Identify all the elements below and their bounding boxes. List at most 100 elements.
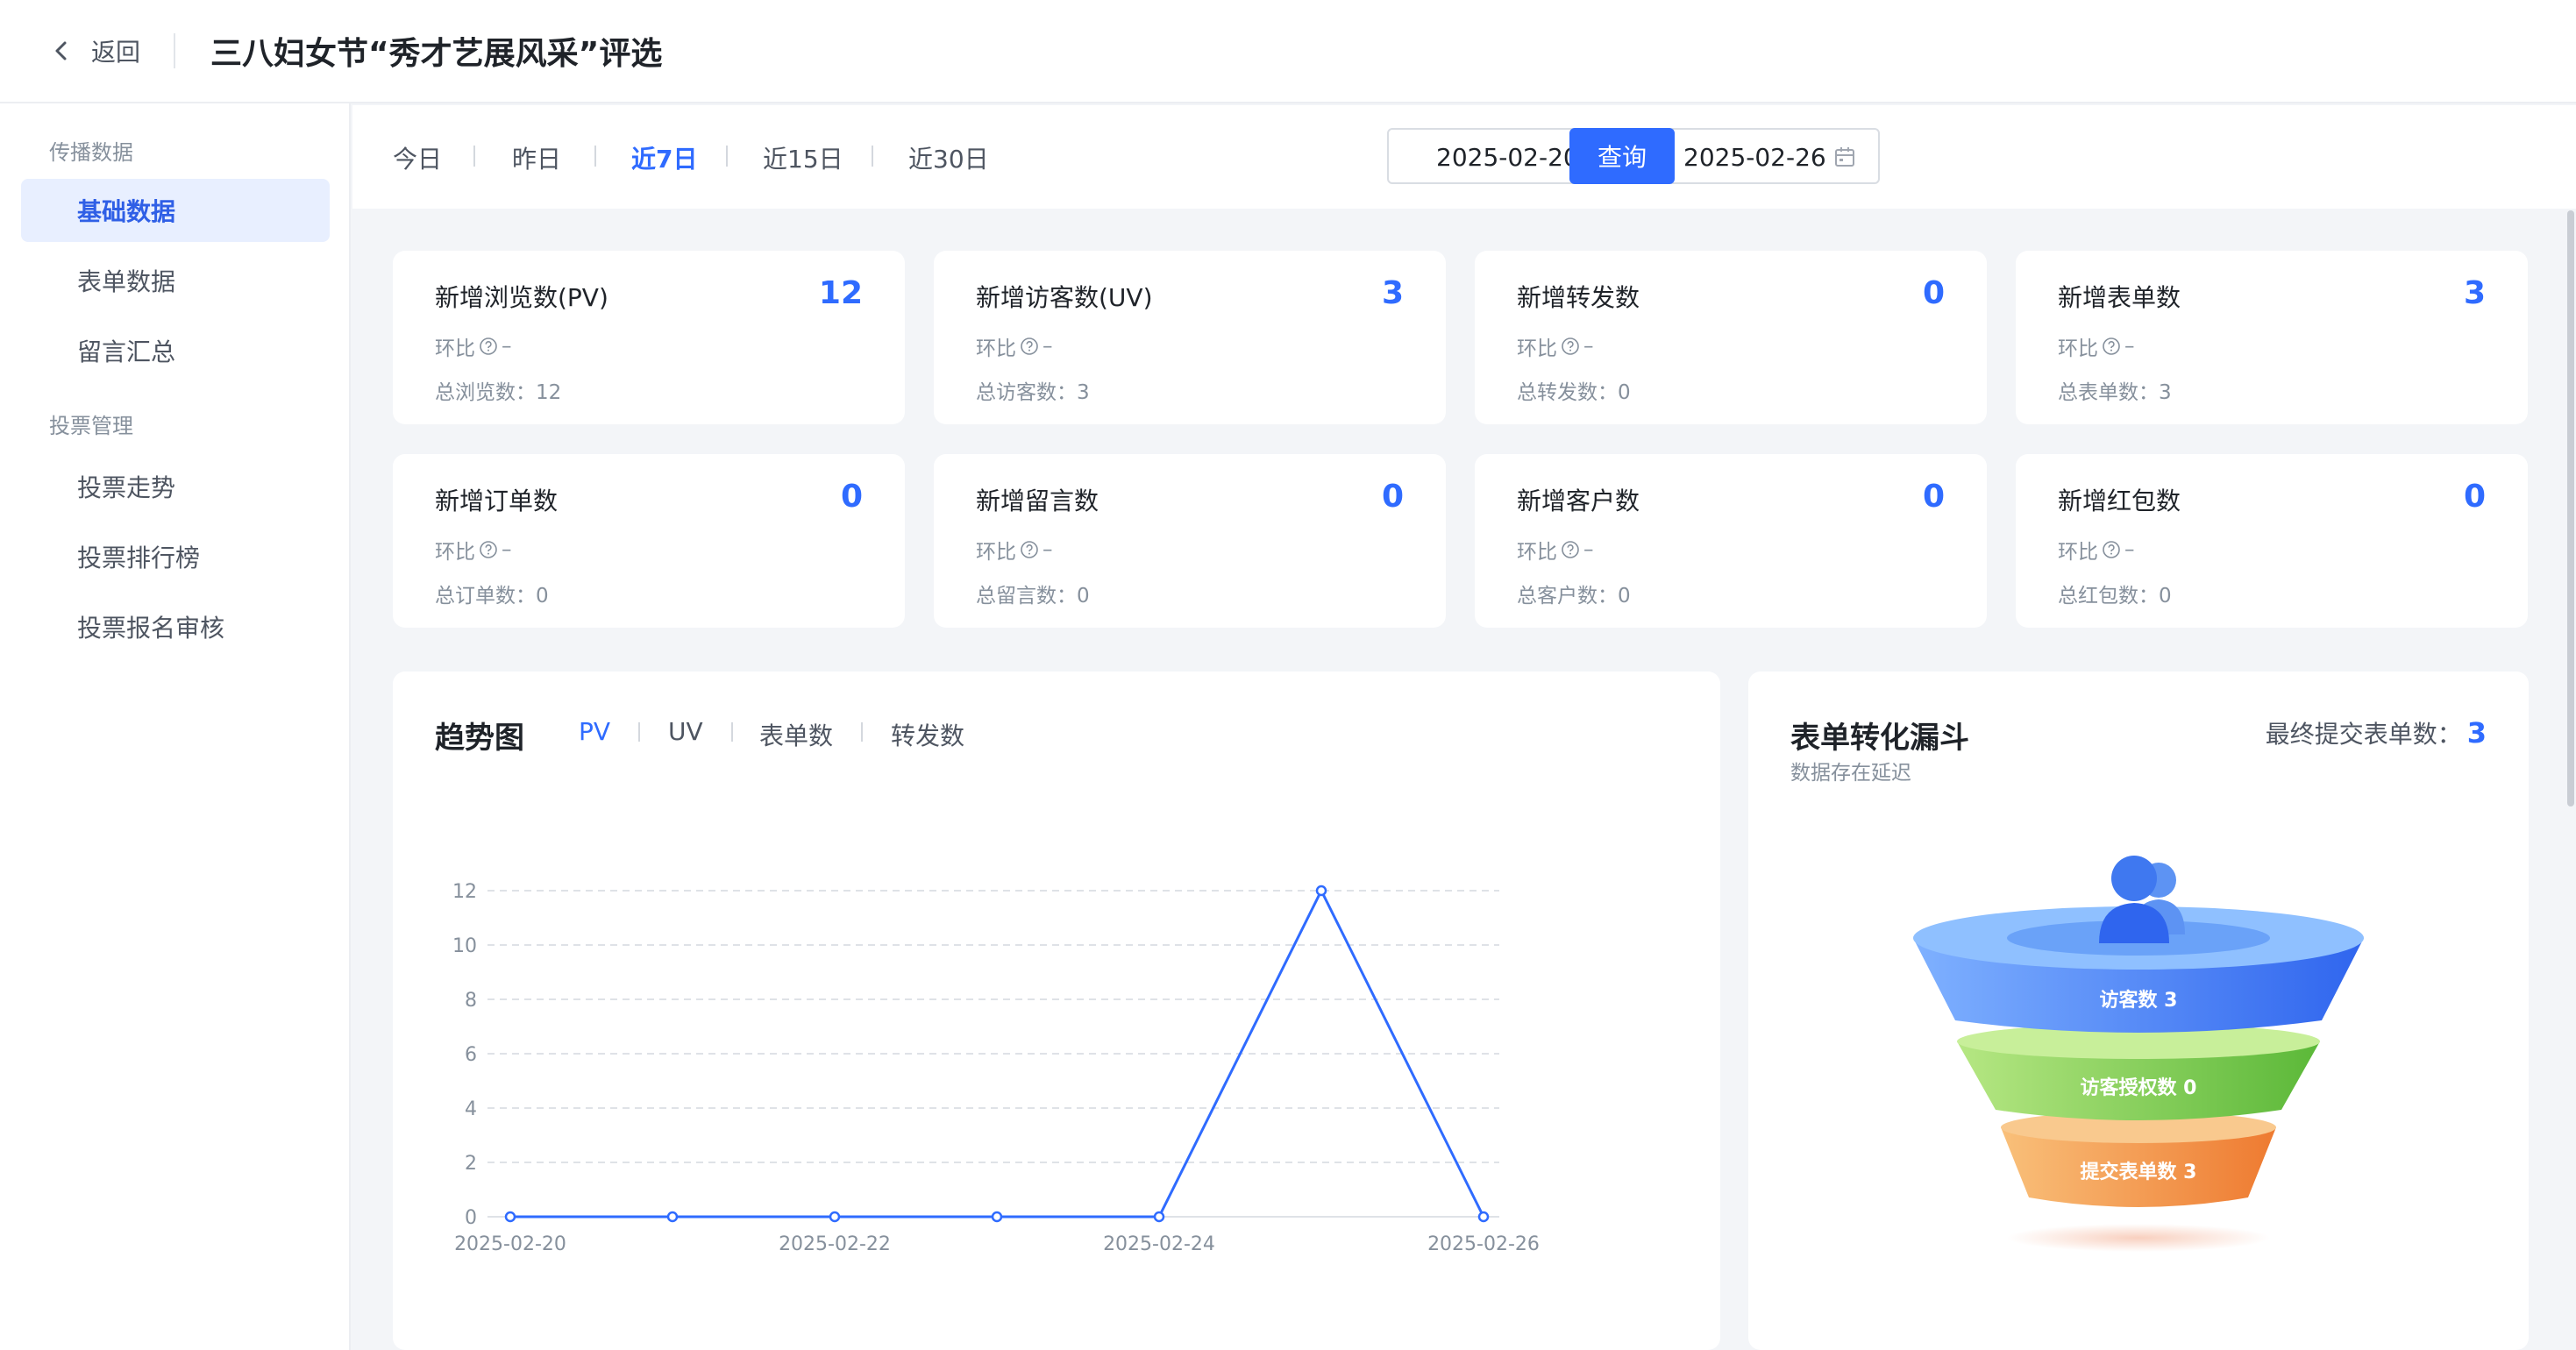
stat-value: 12 xyxy=(818,275,863,311)
trend-panel: 0 2 4 6 8 10 12 2025-02-20 2025-02-22 2025-02-24 2… xyxy=(393,671,1720,1350)
metric-separator xyxy=(861,722,863,742)
stat-total: 总浏览数：12 xyxy=(435,381,562,404)
stat-value: 0 xyxy=(1922,275,1945,311)
help-icon[interactable] xyxy=(1020,337,1039,356)
help-icon[interactable] xyxy=(2102,337,2121,356)
query-button[interactable]: 查询 xyxy=(1569,128,1675,184)
help-icon[interactable] xyxy=(1020,540,1039,559)
range-separator xyxy=(872,146,873,167)
y-tick-label: 12 xyxy=(452,881,477,903)
range-separator xyxy=(594,146,596,167)
y-tick-label: 8 xyxy=(465,990,477,1012)
range-separator xyxy=(726,146,728,167)
funnel-panel: 表单转化漏斗 数据存在延迟 最终提交表单数：3 提交表单数 3 访客授权数 0 xyxy=(1748,671,2529,1350)
back-label: 返回 xyxy=(91,38,141,67)
stat-value: 0 xyxy=(1381,479,1404,515)
page-title: 三八妇女节“秀才艺展风采”评选 xyxy=(210,36,663,72)
funnel-stage-authorized-label: 访客授权数 0 xyxy=(2081,1076,2197,1099)
sidebar-item-vote-review[interactable]: 投票报名审核 xyxy=(21,595,330,658)
stat-total: 总订单数：0 xyxy=(435,585,549,608)
x-tick-label: 2025-02-20 xyxy=(454,1233,566,1255)
stat-value: 0 xyxy=(840,479,863,515)
stat-total: 总红包数：0 xyxy=(2058,585,2172,608)
range-tab-yesterday[interactable]: 昨日 xyxy=(512,140,561,175)
sidebar-item-form-data[interactable]: 表单数据 xyxy=(21,249,330,312)
stat-total: 总客户数：0 xyxy=(1517,585,1631,608)
help-icon[interactable] xyxy=(2102,540,2121,559)
trend-title: 趋势图 xyxy=(435,721,524,756)
stat-card-messages: 新增留言数 0 环比 – 总留言数：0 xyxy=(934,454,1446,628)
scrollbar[interactable] xyxy=(2567,210,2574,806)
stat-total: 总表单数：3 xyxy=(2058,381,2172,404)
top-header: 返回 三八妇女节“秀才艺展风采”评选 xyxy=(0,0,2576,103)
funnel-shadow xyxy=(2007,1224,2270,1252)
range-tab-15days[interactable]: 近15日 xyxy=(763,140,843,175)
stat-ratio: 环比 – xyxy=(435,538,512,564)
sidebar-item-message-summary[interactable]: 留言汇总 xyxy=(21,319,330,382)
y-tick-label: 6 xyxy=(465,1044,477,1066)
help-icon[interactable] xyxy=(479,337,498,356)
y-tick-label: 4 xyxy=(465,1098,477,1120)
calendar-icon xyxy=(1835,147,1854,167)
sidebar-group-title: 传播数据 xyxy=(49,140,133,165)
funnel-stage-visitors-label: 访客数 3 xyxy=(2100,989,2178,1012)
trend-line-chart: 0 2 4 6 8 10 12 2025-02-20 2025-02-22 2025-02-24 2… xyxy=(452,881,1540,1255)
y-tick-label: 0 xyxy=(465,1207,477,1229)
range-tab-today[interactable]: 今日 xyxy=(393,140,442,175)
metric-tab-pv[interactable]: PV xyxy=(579,717,610,746)
stat-value: 3 xyxy=(1381,275,1404,311)
stat-label: 新增红包数 xyxy=(2058,487,2181,515)
data-point[interactable] xyxy=(1477,1211,1490,1223)
stat-ratio: 环比 – xyxy=(976,538,1053,564)
stat-label: 新增客户数 xyxy=(1517,487,1640,515)
metric-tab-forwards[interactable]: 转发数 xyxy=(891,717,964,752)
stat-label: 新增表单数 xyxy=(2058,283,2181,312)
header-divider xyxy=(174,33,176,68)
sidebar-group-title: 投票管理 xyxy=(49,414,133,438)
stat-label: 新增留言数 xyxy=(976,487,1099,515)
stat-label: 新增转发数 xyxy=(1517,283,1640,312)
stat-label: 新增订单数 xyxy=(435,487,559,515)
help-icon[interactable] xyxy=(1561,337,1580,356)
stat-value: 0 xyxy=(1922,479,1945,515)
sidebar-item-vote-ranking[interactable]: 投票排行榜 xyxy=(21,525,330,588)
stat-card-pv: 新增浏览数(PV) 12 环比 – 总浏览数：12 xyxy=(393,251,905,424)
stat-ratio: 环比 – xyxy=(976,335,1053,360)
end-date[interactable]: 2025-02-26 xyxy=(1683,143,1826,172)
stat-ratio: 环比 – xyxy=(1517,538,1594,564)
sidebar-item-vote-trend[interactable]: 投票走势 xyxy=(21,455,330,518)
stat-total: 总留言数：0 xyxy=(976,585,1090,608)
range-tab-7days[interactable]: 近7日 xyxy=(631,140,697,175)
stat-label: 新增访客数(UV) xyxy=(976,283,1153,312)
users-icon xyxy=(2099,856,2185,943)
range-tab-30days[interactable]: 近30日 xyxy=(908,140,989,175)
stat-ratio: 环比 – xyxy=(1517,335,1594,360)
stat-card-orders: 新增订单数 0 环比 – 总订单数：0 xyxy=(393,454,905,628)
help-icon[interactable] xyxy=(1561,540,1580,559)
stat-ratio: 环比 – xyxy=(2058,538,2135,564)
stat-card-forms: 新增表单数 3 环比 – 总表单数：3 xyxy=(2016,251,2528,424)
stat-ratio: 环比 – xyxy=(2058,335,2135,360)
stat-card-forwards: 新增转发数 0 环比 – 总转发数：0 xyxy=(1475,251,1987,424)
y-tick-label: 2 xyxy=(465,1153,477,1175)
metric-tab-forms[interactable]: 表单数 xyxy=(759,717,833,752)
data-point[interactable] xyxy=(991,1211,1003,1223)
stat-label: 新增浏览数(PV) xyxy=(435,283,608,312)
help-icon[interactable] xyxy=(479,540,498,559)
data-point[interactable] xyxy=(1153,1211,1165,1223)
data-point[interactable] xyxy=(504,1211,516,1223)
stat-total: 总访客数：3 xyxy=(976,381,1090,404)
metric-separator xyxy=(638,722,640,742)
sidebar-item-basic-data[interactable]: 基础数据 xyxy=(21,179,330,242)
data-point[interactable] xyxy=(1315,885,1327,897)
metric-tab-uv[interactable]: UV xyxy=(668,717,703,746)
data-point[interactable] xyxy=(666,1211,679,1223)
back-button[interactable]: 返回 xyxy=(49,29,140,73)
start-date[interactable]: 2025-02-20 xyxy=(1436,143,1579,172)
range-separator xyxy=(473,146,475,167)
data-point[interactable] xyxy=(829,1211,841,1223)
chevron-left-icon xyxy=(55,41,67,60)
x-tick-label: 2025-02-22 xyxy=(779,1233,891,1255)
x-tick-label: 2025-02-24 xyxy=(1103,1233,1215,1255)
stat-value: 3 xyxy=(2463,275,2486,311)
